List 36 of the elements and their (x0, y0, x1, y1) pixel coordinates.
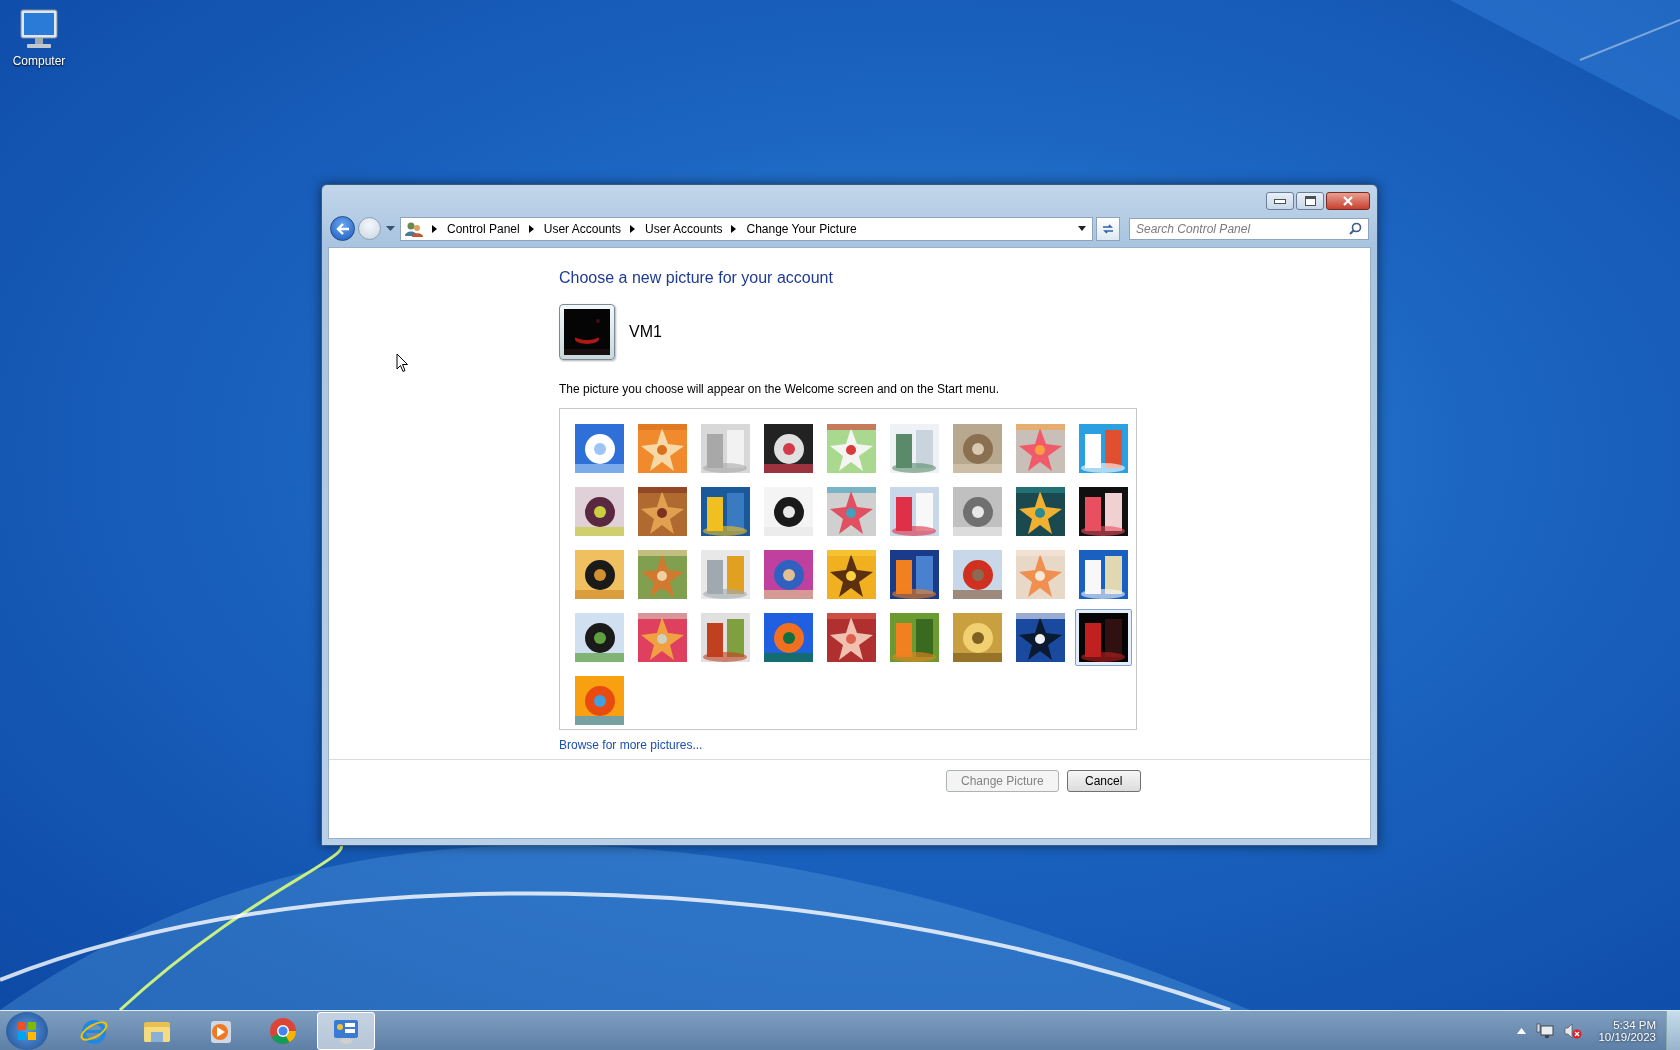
network-icon[interactable] (1536, 1022, 1555, 1039)
desktop-icon-label[interactable]: Computer (12, 54, 66, 68)
breadcrumb-link[interactable]: User Accounts (645, 221, 723, 236)
chevron-icon[interactable] (432, 224, 438, 233)
search-field[interactable]: Search Control Panel (1129, 217, 1369, 240)
picture-tile[interactable] (1075, 609, 1132, 666)
refresh-button[interactable] (1096, 216, 1120, 241)
page-heading: Choose a new picture for your account (559, 269, 834, 287)
mouse-cursor-icon (396, 353, 409, 373)
address-bar[interactable]: Control Panel User Accounts User Accounts Change Your Picture (400, 216, 1093, 241)
refresh-icon (1101, 222, 1115, 235)
chevron-icon[interactable] (630, 224, 637, 233)
description-text: The picture you choose will appear on the Welcome screen and on the Start menu. (559, 382, 1001, 396)
browse-link[interactable]: Browse for more pictures... (559, 738, 703, 752)
dropdown-arrow-icon[interactable] (1078, 226, 1086, 231)
close-button[interactable] (1326, 192, 1370, 210)
back-button[interactable] (330, 216, 355, 241)
dialog-button[interactable]: Cancel (1066, 770, 1141, 792)
breadcrumb-link[interactable]: Control Panel (447, 221, 520, 236)
clock-date[interactable]: 10/19/2023 (1598, 1030, 1656, 1043)
windows-logo-icon (17, 1020, 37, 1041)
breadcrumb-link[interactable]: Change Your Picture (746, 221, 857, 236)
maximize-button[interactable] (1296, 192, 1324, 210)
start-button[interactable] (6, 1011, 48, 1050)
users-icon (405, 220, 423, 237)
taskbar-button[interactable] (317, 1011, 375, 1050)
close-icon (1342, 196, 1354, 206)
account-name: VM1 (629, 323, 662, 341)
back-arrow-icon (335, 222, 350, 235)
speaker-muted-icon[interactable] (1564, 1022, 1583, 1039)
chrome-browser-icon (268, 1015, 298, 1046)
minimize-button[interactable] (1266, 192, 1294, 210)
chevron-icon[interactable] (731, 224, 738, 233)
breadcrumb-link[interactable]: User Accounts (543, 221, 622, 236)
show-hidden-icons-icon[interactable] (1517, 1027, 1527, 1034)
chevron-icon[interactable] (528, 224, 535, 233)
